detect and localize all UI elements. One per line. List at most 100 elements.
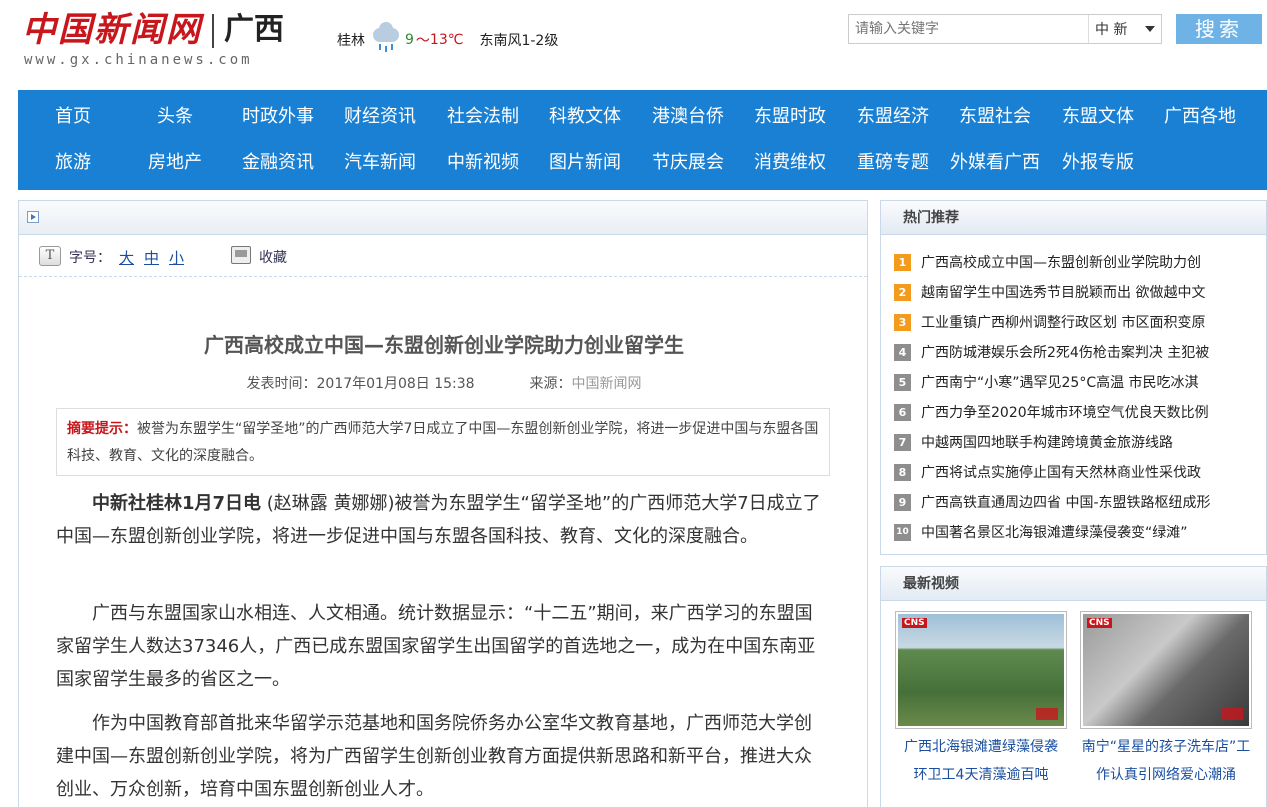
nav-item[interactable]: 中新视频 [432, 140, 534, 186]
nav-item[interactable]: 首页 [22, 94, 124, 140]
nav-item[interactable]: 外报专版 [1047, 140, 1149, 186]
nav-item[interactable]: 节庆展会 [637, 140, 739, 186]
hot-item-text[interactable]: 广西将试点实施停止国有天然林商业性采伐政 [921, 462, 1239, 482]
logo-divider [212, 14, 214, 48]
source-link[interactable]: 中国新闻网 [571, 376, 641, 392]
site-header: 中国新闻网 广西 www.gx.chinanews.com 桂林 9 ～ 13℃ … [0, 0, 1267, 90]
font-size-small-link[interactable]: 小 [169, 247, 184, 268]
hot-item[interactable]: 8 广西将试点实施停止国有天然林商业性采伐政 [894, 457, 1266, 487]
hot-list: 1 广西高校成立中国—东盟创新创业学院助力创 2 越南留学生中国选秀节目脱颖而出 欲… [881, 235, 1266, 547]
publish-time-label: 发表时间： [246, 376, 317, 392]
nav-item[interactable]: 财经资讯 [329, 94, 431, 140]
hot-item-text[interactable]: 广西高铁直通周边四省 中国-东盟铁路枢纽成形 [921, 492, 1239, 512]
nav-item[interactable]: 东盟社会 [944, 94, 1046, 140]
site-url: www.gx.chinanews.com [24, 52, 253, 68]
weather-city: 桂林 [337, 33, 365, 49]
stamp [1036, 708, 1058, 720]
rank-badge: 5 [894, 373, 911, 391]
hot-item[interactable]: 3 工业重镇广西柳州调整行政区划 市区面积变原 [894, 307, 1266, 337]
nav-item[interactable]: 头条 [124, 94, 226, 140]
video-thumbnail[interactable]: CNS [1080, 611, 1252, 729]
summary-text: 被誉为东盟学生“留学圣地”的广西师范大学7日成立了中国—东盟创新创业学院，将进一… [67, 421, 819, 464]
favorite-link[interactable]: 收藏 [259, 247, 287, 267]
rank-badge: 4 [894, 343, 911, 361]
hot-recommend-panel: 热门推荐 1 广西高校成立中国—东盟创新创业学院助力创 2 越南留学生中国选秀节目脱… [880, 200, 1267, 555]
hot-item-text[interactable]: 中越两国四地联手构建跨境黄金旅游线路 [921, 432, 1239, 452]
temp-low: 9 [405, 32, 414, 48]
video-thumbnail-image: CNS [1083, 614, 1249, 726]
hot-item[interactable]: 7 中越两国四地联手构建跨境黄金旅游线路 [894, 427, 1266, 457]
article-meta: 发表时间：2017年01月08日 15:38 来源：中国新闻网 [19, 373, 869, 393]
nav-item[interactable]: 东盟经济 [842, 94, 944, 140]
rank-badge: 8 [894, 463, 911, 481]
stamp [1221, 708, 1243, 720]
rank-badge: 1 [894, 253, 911, 271]
wind-info: 东南风1-2级 [479, 33, 559, 49]
site-logo[interactable]: 中国新闻网 广西 [22, 10, 284, 50]
search-button[interactable]: 搜索 [1176, 14, 1262, 44]
hot-item-text[interactable]: 广西力争至2020年城市环境空气优良天数比例 [921, 402, 1239, 422]
article-title: 广西高校成立中国—东盟创新创业学院助力创业留学生 [204, 333, 684, 357]
nav-item[interactable]: 房地产 [124, 140, 226, 186]
nav-item[interactable]: 外媒看广西 [944, 140, 1046, 186]
rank-badge: 2 [894, 283, 911, 301]
font-size-large-link[interactable]: 大 [119, 247, 134, 268]
search-scope-select[interactable]: 中 新 [1089, 15, 1161, 43]
latest-video-panel: 最新视频 CNS 广西北海银滩遭绿藻侵袭 环卫工4天清藻逾百吨 CNS 南宁“星… [880, 566, 1267, 807]
nav-item[interactable]: 汽车新闻 [329, 140, 431, 186]
hot-item[interactable]: 5 广西南宁“小寒”遇罕见25°C高温 市民吃冰淇 [894, 367, 1266, 397]
article-panel: T 字号： 大 中 小 收藏 广西高校成立中国—东盟创新创业学院助力创业留学生 … [18, 200, 868, 807]
hot-item-text[interactable]: 工业重镇广西柳州调整行政区划 市区面积变原 [921, 312, 1239, 332]
nav-item[interactable]: 金融资讯 [227, 140, 329, 186]
search-box: 中 新 [848, 14, 1162, 44]
nav-item[interactable]: 旅游 [22, 140, 124, 186]
hot-item[interactable]: 2 越南留学生中国选秀节目脱颖而出 欲做越中文 [894, 277, 1266, 307]
article-paragraph: 中新社桂林1月7日电 (赵琳露 黄娜娜)被誉为东盟学生“留学圣地”的广西师范大学… [56, 487, 826, 553]
nav-item[interactable]: 港澳台侨 [637, 94, 739, 140]
video-caption[interactable]: 广西北海银滩遭绿藻侵袭 环卫工4天清藻逾百吨 [895, 733, 1067, 789]
hot-item-text[interactable]: 中国著名景区北海银滩遭绿藻侵袭变“绿滩” [921, 522, 1239, 542]
watermark: CNS [1087, 618, 1112, 628]
nav-item[interactable]: 社会法制 [432, 94, 534, 140]
hot-item[interactable]: 10 中国著名景区北海银滩遭绿藻侵袭变“绿滩” [894, 517, 1266, 547]
rain-cloud-icon [371, 22, 403, 54]
rank-badge: 10 [894, 523, 911, 541]
play-icon[interactable] [27, 211, 39, 223]
hot-item[interactable]: 1 广西高校成立中国—东盟创新创业学院助力创 [894, 247, 1266, 277]
nav-item[interactable]: 东盟时政 [739, 94, 841, 140]
hot-item[interactable]: 4 广西防城港娱乐会所2死4伤枪击案判决 主犯被 [894, 337, 1266, 367]
favorite-icon[interactable] [231, 246, 251, 264]
hot-item[interactable]: 6 广西力争至2020年城市环境空气优良天数比例 [894, 397, 1266, 427]
search-input[interactable] [849, 15, 1089, 43]
hot-item-text[interactable]: 广西防城港娱乐会所2死4伤枪击案判决 主犯被 [921, 342, 1239, 362]
nav-item[interactable]: 东盟文体 [1047, 94, 1149, 140]
font-size-icon: T [39, 246, 61, 266]
nav-item[interactable]: 图片新闻 [534, 140, 636, 186]
video-thumbnail-image: CNS [898, 614, 1064, 726]
rank-badge: 7 [894, 433, 911, 451]
summary-label: 摘要提示： [67, 421, 137, 437]
video-card[interactable]: CNS 广西北海银滩遭绿藻侵袭 环卫工4天清藻逾百吨 [895, 611, 1067, 789]
video-card[interactable]: CNS 南宁“星星的孩子洗车店”工作认真引网络爱心潮涌 [1080, 611, 1252, 789]
rank-badge: 6 [894, 403, 911, 421]
video-caption[interactable]: 南宁“星星的孩子洗车店”工作认真引网络爱心潮涌 [1080, 733, 1252, 789]
font-size-label: 字号： [69, 250, 111, 266]
nav-row-1: 首页 头条 时政外事 财经资讯 社会法制 科教文体 港澳台侨 东盟时政 东盟经济… [18, 94, 1267, 140]
video-thumbnail[interactable]: CNS [895, 611, 1067, 729]
font-size-medium-link[interactable]: 中 [144, 247, 159, 268]
hot-item-text[interactable]: 广西南宁“小寒”遇罕见25°C高温 市民吃冰淇 [921, 372, 1239, 392]
publish-time: 2017年01月08日 15:38 [316, 376, 475, 392]
temp-high: 13℃ [429, 32, 464, 48]
hot-item[interactable]: 9 广西高铁直通周边四省 中国-东盟铁路枢纽成形 [894, 487, 1266, 517]
search-scope-value: 中 新 [1095, 22, 1128, 38]
article-summary: 摘要提示：被誉为东盟学生“留学圣地”的广西师范大学7日成立了中国—东盟创新创业学… [56, 408, 830, 476]
source-label: 来源： [529, 376, 572, 392]
nav-item[interactable]: 重磅专题 [842, 140, 944, 186]
logo-text: 中国新闻网 [22, 10, 202, 50]
nav-item[interactable]: 消费维权 [739, 140, 841, 186]
nav-item[interactable]: 广西各地 [1149, 94, 1251, 140]
hot-item-text[interactable]: 越南留学生中国选秀节目脱颖而出 欲做越中文 [921, 282, 1239, 302]
nav-item[interactable]: 科教文体 [534, 94, 636, 140]
nav-item[interactable]: 时政外事 [227, 94, 329, 140]
hot-item-text[interactable]: 广西高校成立中国—东盟创新创业学院助力创 [921, 252, 1239, 272]
